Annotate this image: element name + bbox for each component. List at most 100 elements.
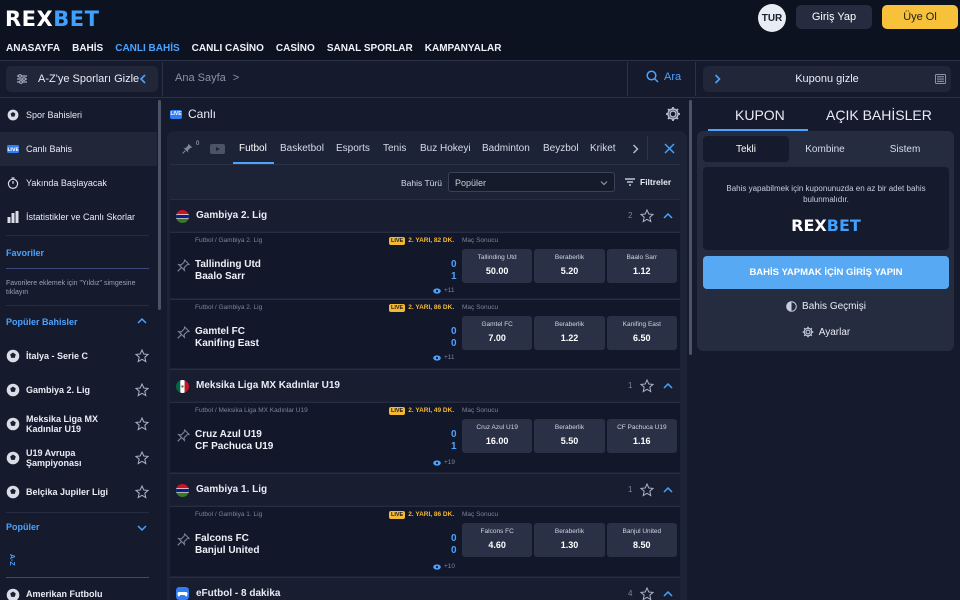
language-selector[interactable]: TUR bbox=[758, 4, 786, 32]
filters-button[interactable]: Filtreler bbox=[625, 177, 671, 187]
tab-system[interactable]: Sistem bbox=[861, 136, 949, 162]
chevron-left-icon[interactable] bbox=[139, 74, 147, 84]
sidebar-item-live-betting[interactable]: LIVE Canlı Bahis bbox=[0, 132, 157, 166]
sidebar-item-american-football[interactable]: Amerikan Futbolu bbox=[0, 580, 157, 600]
tab-cricket[interactable]: Kriket bbox=[590, 143, 616, 154]
chevron-up-icon[interactable] bbox=[663, 382, 673, 390]
match-row[interactable]: Futbol / Gambiya 2. Lig LIVE 2. YARI, 82 … bbox=[170, 232, 680, 298]
pin-icon[interactable] bbox=[177, 429, 190, 442]
tab-esports[interactable]: Esports bbox=[336, 143, 370, 154]
az-sports-toggle[interactable]: A-Z'ye Sporları Gizle bbox=[6, 66, 158, 92]
odd-home[interactable]: Tallinding Utd 50.00 bbox=[462, 249, 533, 283]
pin-icon[interactable] bbox=[182, 143, 193, 154]
sidebar-item-label: Spor Bahisleri bbox=[26, 110, 83, 120]
popular-item-mexico-liga-mx-u19[interactable]: Meksika Liga MX Kadınlar U19 bbox=[0, 407, 157, 441]
register-button[interactable]: Üye Ol bbox=[882, 5, 958, 29]
odd-draw[interactable]: Beraberlik 5.50 bbox=[534, 419, 605, 453]
odd-away[interactable]: Banjul United 8.50 bbox=[606, 523, 677, 557]
star-icon[interactable] bbox=[640, 483, 654, 497]
match-row[interactable]: Futbol / Gambiya 2. Lig LIVE 2. YARI, 86 … bbox=[170, 299, 680, 368]
star-icon[interactable] bbox=[640, 379, 654, 393]
odd-draw[interactable]: Beraberlik 5.20 bbox=[534, 249, 605, 283]
league-name: Gambiya 1. Lig bbox=[196, 484, 268, 495]
odd-home[interactable]: Cruz Azul U19 16.00 bbox=[462, 419, 533, 453]
main-scrollbar[interactable] bbox=[689, 100, 692, 355]
tab-open-bets[interactable]: AÇIK BAHİSLER bbox=[826, 107, 932, 123]
odd-draw[interactable]: Beraberlik 1.30 bbox=[534, 523, 605, 557]
login-to-bet-button[interactable]: BAHİS YAPMAK İÇİN GİRİŞ YAPIN bbox=[703, 256, 949, 289]
search-button[interactable]: Ara bbox=[646, 70, 681, 83]
odd-away[interactable]: CF Pachuca U19 1.16 bbox=[606, 419, 677, 453]
odd-away[interactable]: Kanifing East 6.50 bbox=[606, 316, 677, 350]
tab-coupon[interactable]: KUPON bbox=[735, 107, 785, 123]
tab-single[interactable]: Tekli bbox=[703, 136, 789, 162]
nav-live-betting[interactable]: CANLI BAHİS bbox=[109, 43, 185, 54]
chevron-up-icon[interactable] bbox=[663, 590, 673, 598]
tab-combo[interactable]: Kombine bbox=[789, 136, 861, 162]
popular-item-gambia-2-league[interactable]: Gambiya 2. Lig bbox=[0, 373, 157, 407]
league-header[interactable]: Meksika Liga MX Kadınlar U19 1 bbox=[170, 369, 680, 401]
league-header[interactable]: Gambiya 2. Lig 2 bbox=[170, 199, 680, 231]
more-markets[interactable]: +10 bbox=[433, 563, 455, 570]
star-icon[interactable] bbox=[135, 383, 149, 397]
star-icon[interactable] bbox=[135, 451, 149, 465]
sidebar-item-sports-betting[interactable]: Spor Bahisleri bbox=[0, 98, 157, 132]
brand-logo[interactable]: REXBET bbox=[5, 7, 99, 31]
match-row[interactable]: Futbol / Gambiya 1. Lig LIVE 2. YARI, 86 … bbox=[170, 506, 680, 576]
odd-away[interactable]: Baalo Sarr 1.12 bbox=[606, 249, 677, 283]
star-icon[interactable] bbox=[135, 349, 149, 363]
collapse-icon[interactable] bbox=[664, 143, 675, 154]
nav-promotions[interactable]: KAMPANYALAR bbox=[419, 43, 508, 54]
tab-tennis[interactable]: Tenis bbox=[383, 143, 406, 154]
star-icon[interactable] bbox=[640, 209, 654, 223]
pin-icon[interactable] bbox=[177, 533, 190, 546]
tab-basketball[interactable]: Basketbol bbox=[280, 143, 324, 154]
league-header[interactable]: Gambiya 1. Lig 1 bbox=[170, 473, 680, 505]
chevron-up-icon[interactable] bbox=[663, 212, 673, 220]
bet-type-select[interactable]: Popüler bbox=[448, 172, 615, 192]
star-icon[interactable] bbox=[135, 485, 149, 499]
video-icon[interactable] bbox=[210, 144, 225, 154]
nav-casino[interactable]: CASİNO bbox=[270, 43, 321, 54]
breadcrumb-home[interactable]: Ana Sayfa bbox=[175, 72, 226, 84]
odd-draw[interactable]: Beraberlik 1.22 bbox=[534, 316, 605, 350]
more-markets[interactable]: +19 bbox=[433, 459, 455, 466]
tab-badminton[interactable]: Badminton bbox=[482, 143, 530, 154]
bet-history-link[interactable]: Bahis Geçmişi bbox=[703, 301, 949, 312]
popular-item-belgium-jupiler[interactable]: Belçika Jupiler Ligi bbox=[0, 475, 157, 509]
brand-logo: REXBET bbox=[791, 216, 861, 235]
nav-home[interactable]: ANASAYFA bbox=[0, 43, 66, 54]
nav-virtual-sports[interactable]: SANAL SPORLAR bbox=[321, 43, 419, 54]
az-vertical-label[interactable]: A-Z bbox=[8, 554, 15, 570]
match-row[interactable]: Futbol / Meksika Liga MX Kadınlar U19 LI… bbox=[170, 402, 680, 472]
odd-value: 50.00 bbox=[485, 266, 509, 276]
more-markets[interactable]: +11 bbox=[433, 354, 455, 361]
settings-link[interactable]: Ayarlar bbox=[703, 326, 949, 338]
chevron-up-icon[interactable] bbox=[137, 317, 147, 325]
chevron-up-icon[interactable] bbox=[663, 486, 673, 494]
odd-home[interactable]: Gamtel FC 7.00 bbox=[462, 316, 533, 350]
pin-icon[interactable] bbox=[177, 326, 190, 339]
pin-icon[interactable] bbox=[177, 259, 190, 272]
tab-ice-hockey[interactable]: Buz Hokeyi bbox=[420, 143, 471, 154]
nav-betting[interactable]: BAHİS bbox=[66, 43, 109, 54]
league-header[interactable]: eFutbol - 8 dakika 4 bbox=[170, 577, 680, 600]
gear-icon[interactable] bbox=[665, 106, 681, 122]
star-icon[interactable] bbox=[135, 417, 149, 431]
sidebar-item-upcoming[interactable]: Yakında Başlayacak bbox=[0, 166, 157, 200]
chevron-right-icon[interactable] bbox=[632, 144, 639, 154]
coupon-toggle[interactable]: Kuponu gizle bbox=[703, 66, 951, 92]
tab-football[interactable]: Futbol bbox=[239, 143, 267, 154]
tab-baseball[interactable]: Beyzbol bbox=[543, 143, 579, 154]
odd-home[interactable]: Falcons FC 4.60 bbox=[462, 523, 533, 557]
star-icon[interactable] bbox=[640, 587, 654, 600]
chevron-down-icon[interactable] bbox=[137, 524, 147, 532]
sidebar-scrollbar[interactable] bbox=[158, 100, 161, 310]
nav-live-casino[interactable]: CANLI CASİNO bbox=[186, 43, 270, 54]
sidebar-item-statistics[interactable]: İstatistikler ve Canlı Skorlar bbox=[0, 200, 157, 234]
more-markets[interactable]: +11 bbox=[433, 287, 455, 294]
login-button[interactable]: Giriş Yap bbox=[796, 5, 872, 29]
more-markets-count: +10 bbox=[444, 563, 456, 570]
popular-item-italy-serie-c[interactable]: İtalya - Serie C bbox=[0, 339, 157, 373]
popular-item-u19-euro[interactable]: U19 Avrupa Şampiyonası bbox=[0, 441, 157, 475]
